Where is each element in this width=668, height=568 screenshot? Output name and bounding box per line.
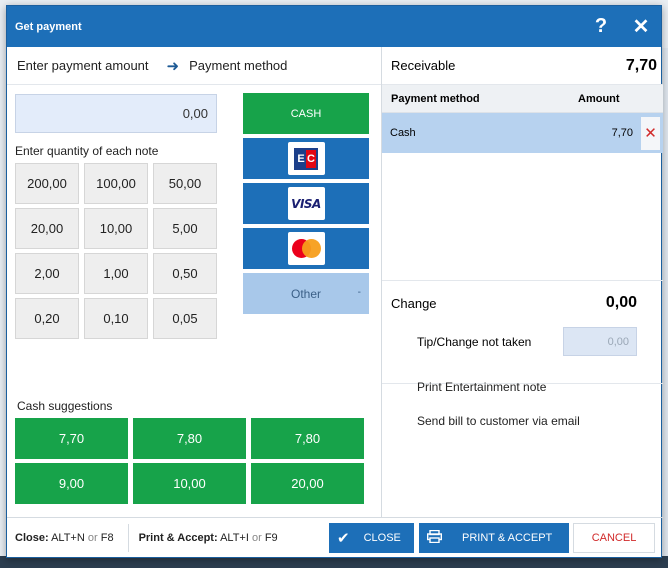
row-amount: 7,70 [611,127,633,139]
ec-card-method-button[interactable]: E C [243,138,369,179]
table-row[interactable]: Cash 7,70 ✕ [382,113,663,153]
payment-amount-input[interactable]: 0,00 [15,94,217,133]
other-dropdown-icon: - [357,287,361,298]
help-button[interactable]: ? [581,15,621,38]
cash-suggestions-grid: 7,70 7,80 7,80 9,00 10,00 20,00 [15,418,364,504]
suggestion-button[interactable]: 10,00 [133,463,246,504]
note-button[interactable]: 10,00 [84,208,148,249]
tip-label: Tip/Change not taken [417,334,532,349]
visa-method-button[interactable]: VISA [243,183,369,224]
dialog-title: Get payment [15,20,82,33]
note-grid: 200,00 100,00 50,00 20,00 10,00 5,00 2,0… [15,163,217,339]
suggestion-button[interactable]: 7,80 [251,418,364,459]
note-button[interactable]: 0,10 [84,298,148,339]
other-method-label: Other [290,286,321,301]
column-amount: Amount [578,92,620,105]
step-payment-method: Payment method [189,58,288,73]
cancel-button[interactable]: CANCEL [573,523,655,553]
receivable-row: Receivable 7,70 [382,47,663,85]
delete-icon[interactable]: ✕ [641,116,660,150]
mastercard-method-button[interactable] [243,228,369,269]
ec-card-icon: E C [287,142,325,175]
close-shortcut-hint: Close: ALT+N or F8 [15,532,114,544]
note-button[interactable]: 0,50 [153,253,217,294]
visa-logo-text: VISA [291,196,321,211]
suggestion-button[interactable]: 7,70 [15,418,128,459]
change-section: Change 0,00 Tip/Change not taken 0,00 [382,280,663,384]
suggestion-button[interactable]: 9,00 [15,463,128,504]
ec-logo-c: C [306,149,316,168]
note-button[interactable]: 0,20 [15,298,79,339]
step-breadcrumb: Enter payment amount ➜ Payment method [7,47,381,85]
step-enter-amount: Enter payment amount [17,58,149,73]
cash-method-button[interactable]: CASH [243,93,369,134]
left-panel: Enter payment amount ➜ Payment method 0,… [7,47,381,517]
note-button[interactable]: 20,00 [15,208,79,249]
payment-methods: CASH E C VISA Other - [243,93,369,318]
get-payment-dialog: Get payment ? ✕ Enter payment amount ➜ P… [6,5,663,558]
print-accept-label: PRINT & ACCEPT [462,532,553,544]
column-payment-method: Payment method [391,92,480,105]
cash-suggestions-label: Cash suggestions [17,399,113,413]
notes-label: Enter quantity of each note [15,144,159,158]
ec-logo-e: E [296,149,306,168]
print-shortcut-hint: Print & Accept: ALT+I or F9 [138,532,278,544]
note-button[interactable]: 200,00 [15,163,79,204]
checkmark-icon: ✔ [337,530,350,547]
visa-icon: VISA [287,187,325,220]
note-button[interactable]: 2,00 [15,253,79,294]
dialog-titlebar: Get payment ? ✕ [7,6,661,47]
print-entertainment-note-option[interactable]: Print Entertainment note [417,380,546,394]
change-value: 0,00 [605,294,637,311]
other-method-button[interactable]: Other - [243,273,369,314]
note-button[interactable]: 50,00 [153,163,217,204]
right-panel: Receivable 7,70 Payment method Amount Ca… [381,47,663,517]
change-label: Change [391,295,437,311]
suggestion-button[interactable]: 7,80 [133,418,246,459]
print-accept-button[interactable]: PRINT & ACCEPT [419,523,569,553]
arrow-right-icon: ➜ [166,57,180,75]
close-button-label: CLOSE [363,532,401,544]
close-icon[interactable]: ✕ [621,14,661,39]
receivable-value: 7,70 [625,56,657,74]
receivable-label: Receivable [391,58,456,73]
tip-input[interactable]: 0,00 [563,327,637,356]
ec-logo: E C [294,147,318,170]
note-button[interactable]: 0,05 [153,298,217,339]
row-method: Cash [390,127,416,139]
mastercard-icon [287,232,325,265]
printer-icon [426,529,443,546]
suggestion-button[interactable]: 20,00 [251,463,364,504]
note-button[interactable]: 5,00 [153,208,217,249]
send-bill-email-option[interactable]: Send bill to customer via email [417,414,580,428]
note-button[interactable]: 100,00 [84,163,148,204]
note-button[interactable]: 1,00 [84,253,148,294]
payment-table-header: Payment method Amount [382,85,663,113]
close-button[interactable]: ✔ CLOSE [329,523,414,553]
dialog-footer: Close: ALT+N or F8 Print & Accept: ALT+I… [7,517,663,558]
